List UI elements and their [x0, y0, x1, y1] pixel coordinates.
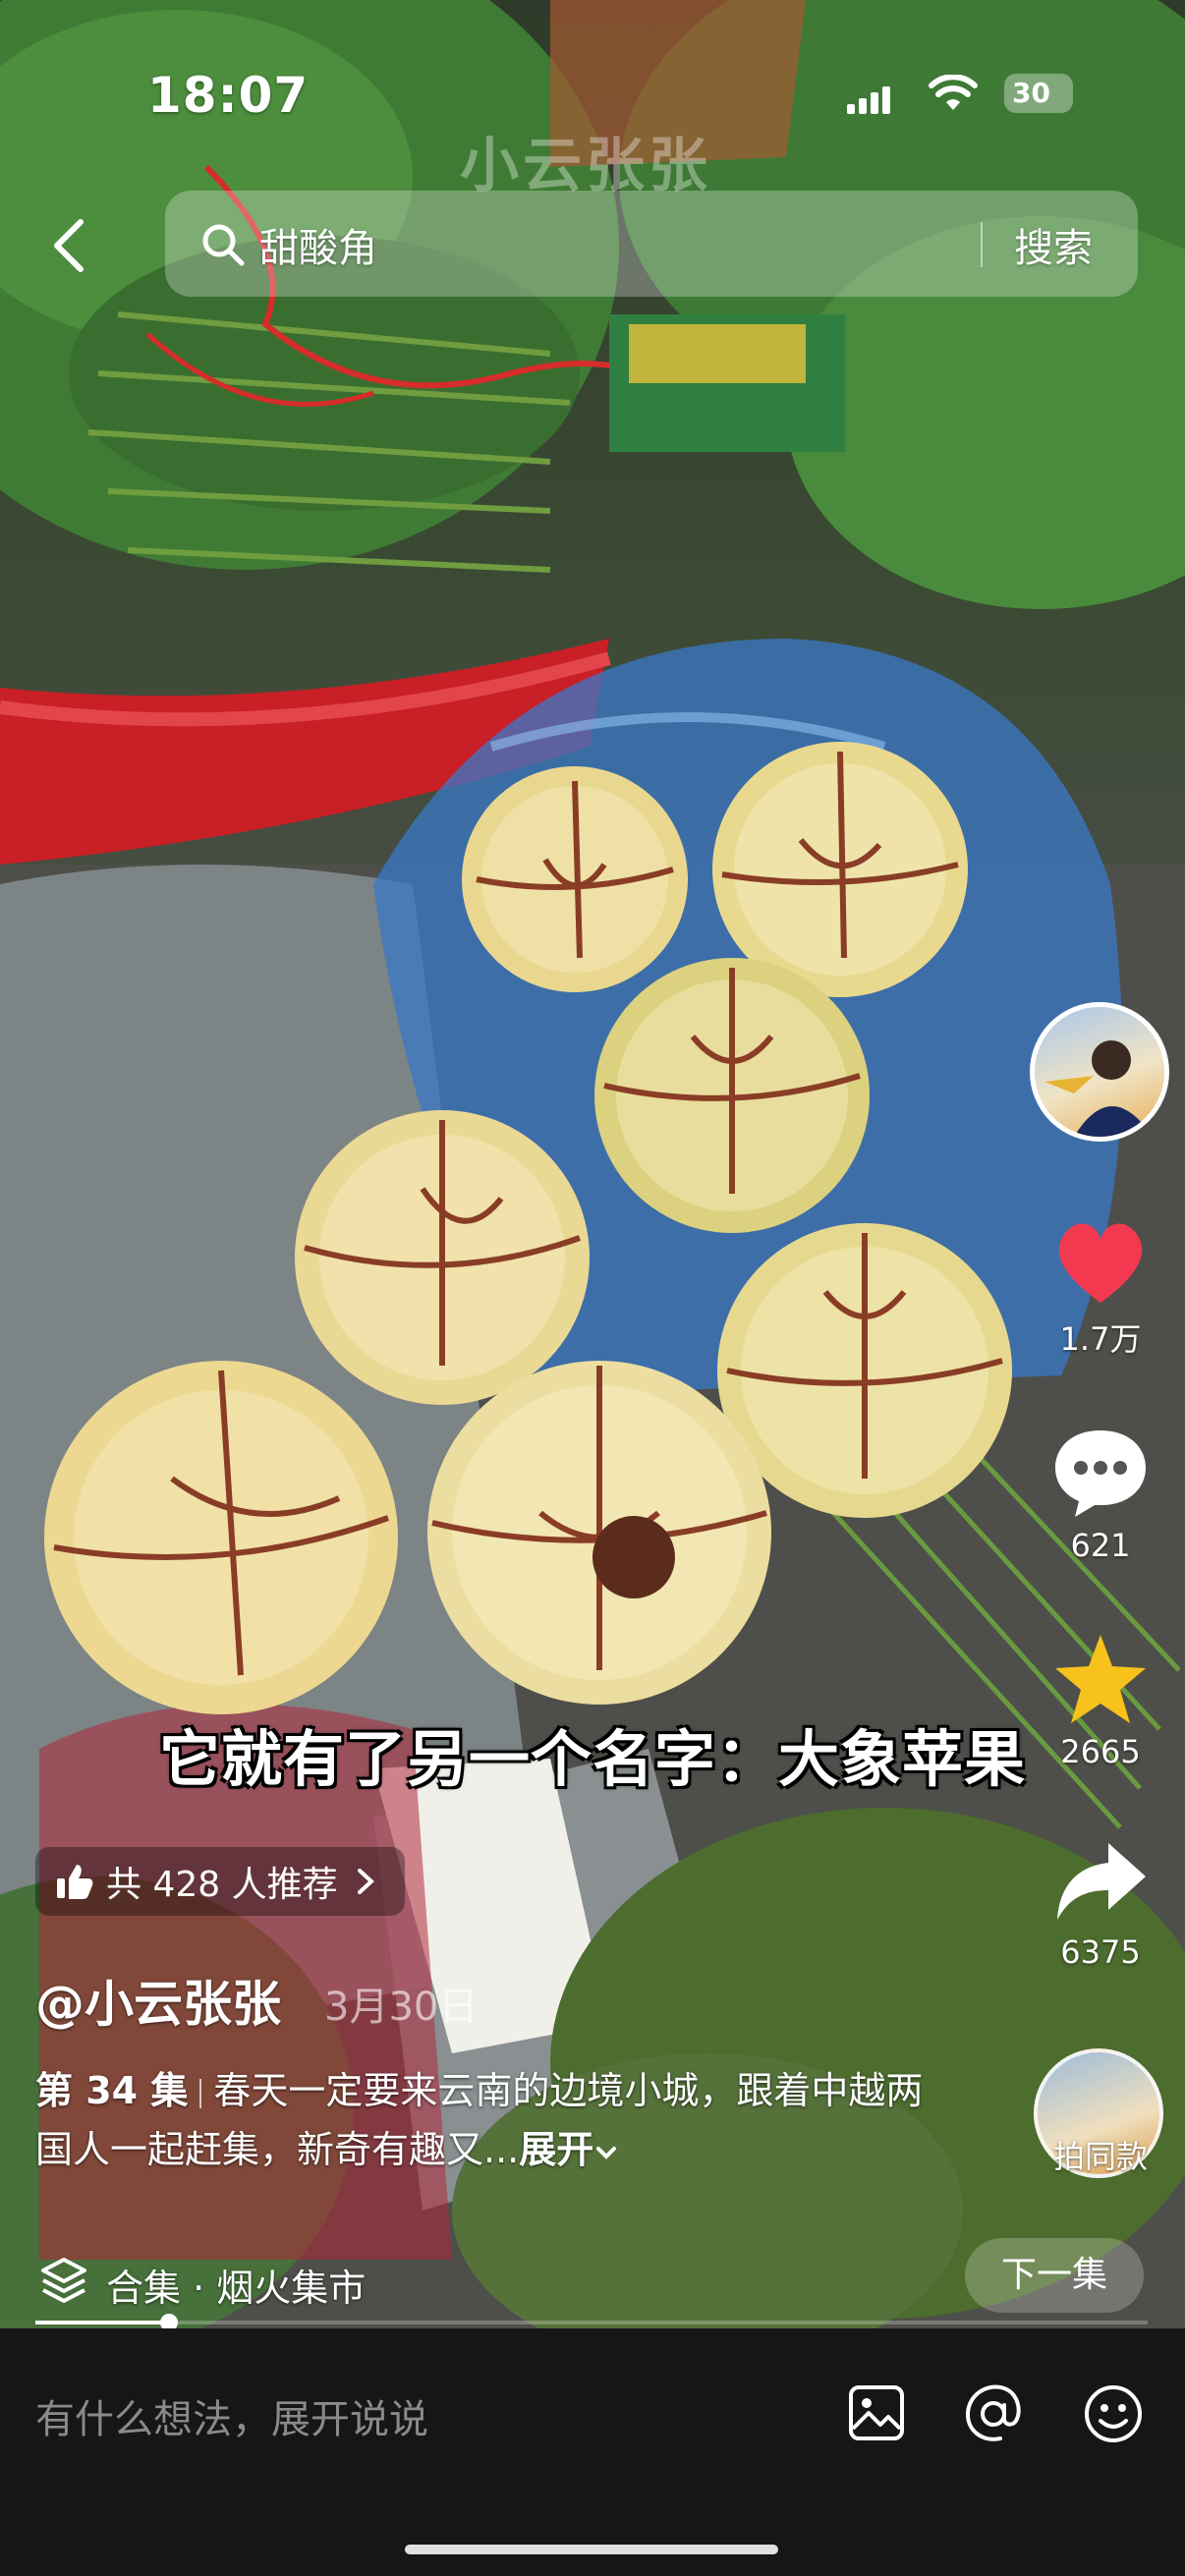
comment-input[interactable]: 有什么想法，展开说说	[35, 2387, 428, 2444]
comment-bar: 有什么想法，展开说说	[0, 2328, 1185, 2576]
post-date: 3月30日	[324, 1985, 479, 2030]
like-action[interactable]: 1.7万	[1022, 1218, 1179, 1360]
recommend-label: 共 428 人推荐	[106, 1865, 338, 1905]
status-time: 18:07	[147, 67, 310, 124]
top-bar: 甜酸角 搜索	[0, 187, 1185, 305]
wifi-icon	[929, 75, 978, 110]
thumbs-up-icon	[57, 1865, 93, 1899]
next-episode-button[interactable]: 下一集	[965, 2238, 1144, 2313]
episode-divider	[199, 2078, 202, 2108]
layers-icon	[41, 2258, 86, 2303]
comment-action[interactable]: 621	[1022, 1425, 1179, 1564]
video-subtitle: 它就有了另一个名字：大象苹果	[158, 1723, 1026, 1795]
author-name[interactable]: @小云张张	[35, 1965, 281, 2036]
search-divider	[981, 222, 983, 267]
home-indicator	[405, 2545, 778, 2554]
progress-fill	[35, 2321, 169, 2324]
collection-label: 合集 · 烟火集市	[106, 2267, 367, 2310]
video-screen[interactable]: 18:07 30 小云张张 甜酸角 搜索 1.7万 621 2665 6375 …	[0, 0, 1185, 2576]
chevron-down-icon	[596, 2147, 617, 2159]
avatar-portrait	[1044, 1040, 1153, 1137]
battery-level: 30	[1012, 77, 1050, 109]
search-query[interactable]: 甜酸角	[259, 216, 377, 273]
comment-bubble-icon	[1055, 1430, 1146, 1517]
episode-label: 第 34 集	[35, 2069, 189, 2112]
same-style-label[interactable]: 拍同款	[1022, 2132, 1179, 2177]
cellular-signal-icon	[847, 86, 890, 114]
search-button[interactable]: 搜索	[1014, 216, 1093, 273]
video-progress-bar[interactable]	[35, 2314, 1148, 2331]
recommend-pill[interactable]: 共 428 人推荐	[35, 1847, 405, 1916]
search-icon	[202, 224, 245, 266]
like-count: 1.7万	[1059, 1320, 1142, 1358]
back-arrow-icon[interactable]	[47, 216, 90, 275]
battery-indicator: 30	[1004, 74, 1073, 113]
share-count: 6375	[1060, 1933, 1141, 1971]
comment-count: 621	[1070, 1527, 1131, 1564]
search-box[interactable]: 甜酸角 搜索	[165, 191, 1138, 297]
image-icon[interactable]	[847, 2383, 906, 2442]
share-action[interactable]: 6375	[1022, 1837, 1179, 1971]
emoji-icon[interactable]	[1083, 2383, 1144, 2444]
expand-button[interactable]: 展开	[519, 2128, 593, 2171]
heart-icon	[1058, 1223, 1143, 1303]
author-avatar[interactable]	[1030, 1002, 1169, 1142]
share-arrow-icon	[1057, 1843, 1146, 1920]
chevron-right-icon	[357, 1869, 374, 1894]
video-description[interactable]: 第 34 集春天一定要来云南的边境小城，跟着中越两国人一起赶集，新奇有趣又...…	[35, 2061, 939, 2179]
mention-icon[interactable]	[963, 2383, 1024, 2444]
